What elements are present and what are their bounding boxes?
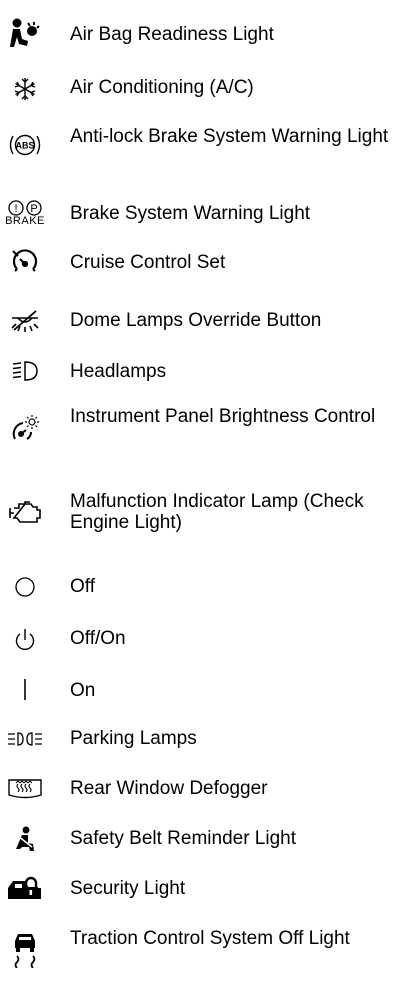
traction-control-off-icon [0, 918, 50, 978]
list-item: Air Bag Readiness Light [0, 14, 398, 64]
airbag-readiness-icon [0, 14, 50, 54]
list-item: Instrument Panel Brightness Control [0, 396, 398, 462]
instrument-panel-brightness-icon [0, 396, 50, 462]
security-light-icon [0, 864, 50, 914]
dome-lamps-override-icon [0, 296, 50, 346]
item-label: Off [70, 576, 95, 597]
off-circle-icon [0, 562, 50, 612]
item-label: Malfunction Indicator Lamp (Check Engine… [70, 491, 364, 533]
list-item: ABS Anti-lock Brake System Warning Light [0, 114, 398, 176]
list-item: On [0, 664, 398, 714]
list-item: Headlamps [0, 346, 398, 396]
svg-text:ABS: ABS [15, 141, 34, 151]
headlamps-icon [0, 346, 50, 396]
list-item: Air Conditioning (A/C) [0, 64, 398, 114]
item-label: Cruise Control Set [70, 252, 226, 273]
check-engine-icon [0, 480, 50, 546]
rear-defogger-icon [0, 764, 50, 814]
item-label: Parking Lamps [70, 728, 197, 749]
cruise-control-icon [0, 238, 50, 288]
item-label: Safety Belt Reminder Light [70, 828, 297, 849]
item-label: Traction Control System Off Light [70, 928, 350, 949]
item-label: Air Conditioning (A/C) [70, 77, 254, 98]
power-off-on-icon [0, 614, 50, 664]
item-label: Instrument Panel Brightness Control [70, 406, 376, 427]
item-label: Off/On [70, 628, 126, 649]
abs-warning-icon: ABS [0, 114, 50, 176]
list-item: ! P BRAKE Brake System Warning Light [0, 188, 398, 238]
brake-system-icon: ! P BRAKE [5, 200, 45, 227]
air-conditioning-icon [0, 64, 50, 114]
svg-text:P: P [30, 203, 37, 215]
list-item: Dome Lamps Override Button [0, 296, 398, 346]
list-item: Traction Control System Off Light [0, 918, 398, 978]
item-label: Dome Lamps Override Button [70, 310, 322, 331]
list-item: Malfunction Indicator Lamp (Check Engine… [0, 480, 398, 546]
list-item: Cruise Control Set [0, 238, 398, 288]
svg-text:!: ! [14, 203, 17, 215]
list-item: Off/On [0, 614, 398, 664]
item-label: On [70, 680, 96, 701]
list-item: Safety Belt Reminder Light [0, 814, 398, 864]
item-label: Brake System Warning Light [70, 203, 311, 224]
list-item: Parking Lamps [0, 714, 398, 764]
item-label: Security Light [70, 878, 186, 899]
item-label: Air Bag Readiness Light [70, 24, 274, 45]
item-label: Anti-lock Brake System Warning Light [70, 126, 389, 147]
item-label: Rear Window Defogger [70, 778, 268, 799]
list-item: Security Light [0, 864, 398, 914]
parking-lamps-icon [0, 714, 50, 764]
item-label: Headlamps [70, 361, 167, 382]
safety-belt-icon [0, 814, 50, 864]
list-item: Rear Window Defogger [0, 764, 398, 814]
list-item: Off [0, 562, 398, 612]
on-bar-icon [0, 664, 50, 714]
